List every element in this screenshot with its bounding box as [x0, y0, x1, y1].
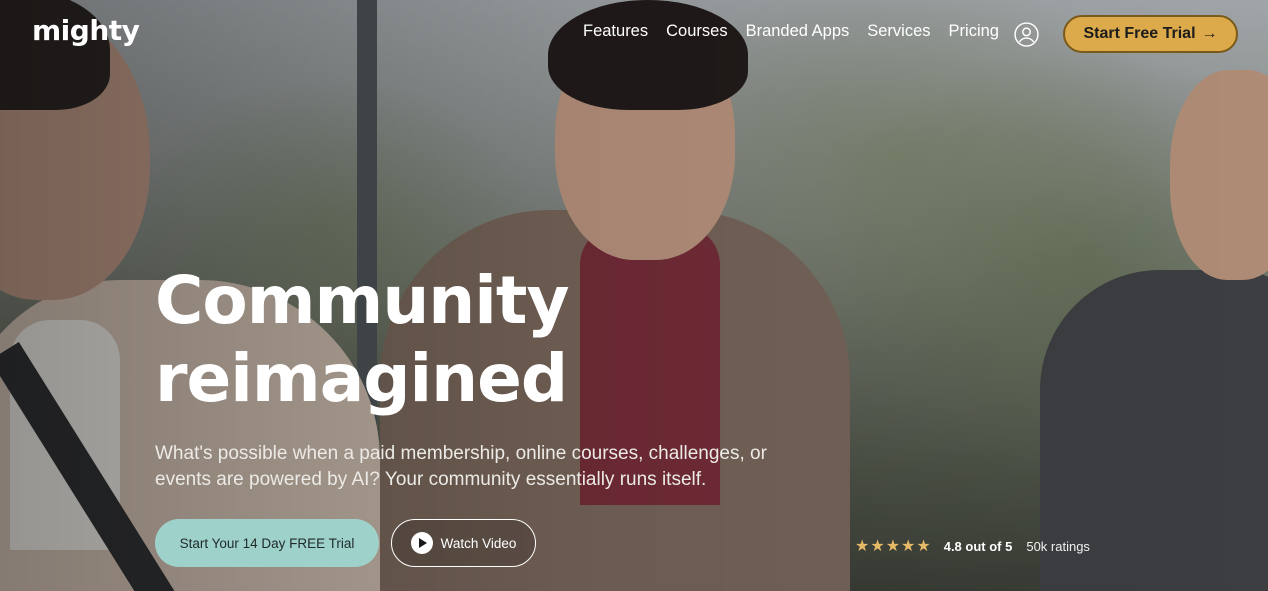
- nav-courses[interactable]: Courses: [666, 22, 727, 41]
- watch-video-button[interactable]: Watch Video: [391, 519, 536, 567]
- rating-count: 50k ratings: [1026, 538, 1090, 554]
- hero-headline: Community reimagined: [155, 262, 715, 418]
- rating-score: 4.8 out of 5: [943, 538, 1013, 554]
- arrow-right-icon: →: [1201, 25, 1218, 42]
- rating-summary: ★★★★★ 4.8 out of 5 50k ratings: [855, 536, 1090, 556]
- headline-line-2: reimagined: [155, 340, 568, 417]
- subtext-line-2: events are powered by AI? Your community…: [155, 469, 707, 490]
- user-account-icon[interactable]: [1014, 22, 1039, 47]
- nav-branded-apps[interactable]: Branded Apps: [746, 22, 850, 41]
- subtext-line-1: What's possible when a paid membership, …: [155, 443, 767, 464]
- headline-line-1: Community: [155, 262, 569, 339]
- hero-subtext: What's possible when a paid membership, …: [155, 441, 805, 493]
- start-free-trial-button[interactable]: Start Free Trial →: [1063, 15, 1238, 53]
- main-nav: Features Courses Branded Apps Services P…: [583, 22, 999, 41]
- start-14-day-trial-button[interactable]: Start Your 14 Day FREE Trial: [155, 519, 379, 567]
- watch-video-label: Watch Video: [440, 535, 517, 551]
- nav-services[interactable]: Services: [867, 22, 930, 41]
- start-free-trial-label: Start Free Trial: [1083, 25, 1196, 42]
- play-icon: [410, 532, 433, 554]
- nav-features[interactable]: Features: [583, 22, 648, 41]
- mighty-logo[interactable]: mighty: [32, 14, 140, 47]
- star-rating-icon: ★★★★★: [855, 538, 932, 555]
- nav-pricing[interactable]: Pricing: [949, 22, 999, 41]
